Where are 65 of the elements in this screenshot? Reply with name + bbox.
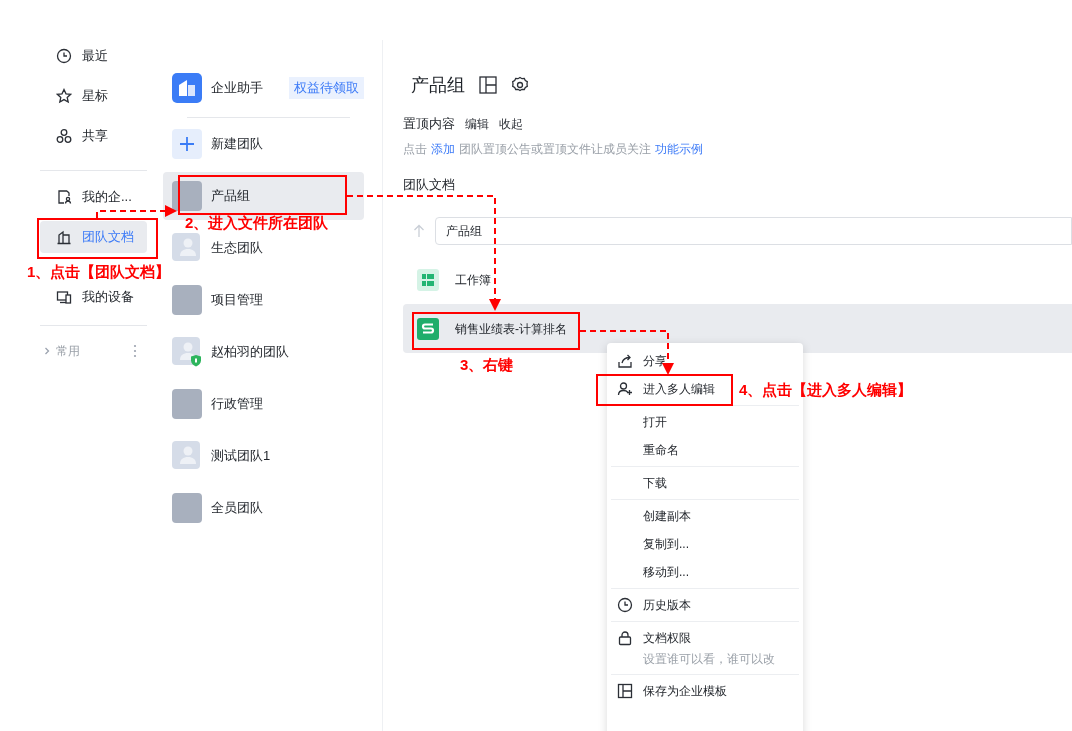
menu-item[interactable]: 重命名 <box>611 436 685 464</box>
annotation-text: 1、点击【团队文档】 <box>27 264 171 280</box>
team-avatar-icon <box>172 441 202 471</box>
devices-icon <box>56 289 72 305</box>
more-icon <box>133 344 137 358</box>
menu-item[interactable]: 下载 <box>611 469 673 497</box>
menu-item[interactable]: 保存为企业模板 <box>611 677 733 705</box>
team-item[interactable]: 测试团队1 <box>163 440 364 472</box>
building-logo-icon <box>172 73 202 103</box>
pinned-action[interactable]: 收起 <box>499 115 523 133</box>
breadcrumb-field[interactable]: 产品组 <box>435 217 1072 245</box>
settings-icon <box>511 76 529 94</box>
sidebar-item[interactable]: 最近 <box>40 40 147 72</box>
photo-placeholder <box>172 285 202 315</box>
hint-text: 点击 <box>403 141 427 158</box>
link[interactable]: 功能示例 <box>655 140 703 158</box>
badge[interactable]: 权益待领取 <box>289 76 364 100</box>
menu-item[interactable]: 进入多人编辑 <box>611 375 721 403</box>
share-icon <box>617 353 633 369</box>
plus-icon <box>172 129 202 159</box>
section-title: 团队文档 <box>403 176 456 194</box>
photo-placeholder <box>172 493 202 523</box>
page-title: 产品组 <box>411 73 465 97</box>
menu-item[interactable]: 移动到... <box>611 558 695 586</box>
sidebar-item[interactable]: 我的设备 <box>40 281 147 313</box>
menu-item[interactable]: 复制到... <box>611 530 695 558</box>
up-arrow-icon <box>413 224 425 238</box>
team-avatar-icon <box>172 233 202 263</box>
grid-icon <box>417 268 439 291</box>
team-item[interactable]: 行政管理 <box>163 388 364 420</box>
spreadsheet-s-icon <box>417 317 439 340</box>
add-user-icon <box>617 381 633 397</box>
file-row[interactable]: 工作簿 <box>403 255 1072 304</box>
document-person-icon <box>56 189 72 205</box>
clock-icon <box>617 597 633 613</box>
file-row[interactable]: 销售业绩表-计算排名 <box>403 304 1072 353</box>
sidebar-item[interactable]: 星标 <box>40 80 147 112</box>
people-icon <box>56 128 72 144</box>
team-item[interactable]: 赵柏羽的团队 <box>163 336 364 368</box>
building-icon <box>56 229 72 245</box>
team-item[interactable]: 全员团队 <box>163 492 364 524</box>
team-item[interactable]: 企业助手 权益待领取 <box>163 72 364 104</box>
sidebar-item[interactable]: 我的企... <box>40 181 147 213</box>
lock-icon <box>617 630 633 646</box>
annotation-text: 3、右键 <box>460 357 514 373</box>
photo-placeholder <box>172 389 202 419</box>
menu-item[interactable]: 文档权限 设置谁可以看，谁可以改 <box>611 624 781 672</box>
menu-item[interactable]: 创建副本 <box>611 502 697 530</box>
layout-icon <box>479 76 497 94</box>
pinned-label: 置顶内容 <box>403 115 455 134</box>
star-icon <box>56 88 72 104</box>
menu-item[interactable]: 历史版本 <box>611 591 697 619</box>
photo-placeholder <box>172 181 202 211</box>
clock-icon <box>56 48 72 64</box>
team-item[interactable]: 项目管理 <box>163 284 364 316</box>
pinned-action[interactable]: 编辑 <box>465 115 489 133</box>
layout-icon <box>617 683 633 699</box>
sidebar-item[interactable]: 共享 <box>40 120 147 152</box>
hint-text: 团队置顶公告或置顶文件让成员关注 <box>459 141 651 158</box>
annotation-text: 4、点击【进入多人编辑】 <box>739 382 913 398</box>
menu-item-description: 设置谁可以看，谁可以改 <box>643 651 775 668</box>
team-item[interactable]: 新建团队 <box>163 128 364 160</box>
link[interactable]: 添加 <box>431 140 455 158</box>
team-item[interactable]: 生态团队 <box>163 232 364 264</box>
menu-item[interactable]: 打开 <box>611 408 673 436</box>
